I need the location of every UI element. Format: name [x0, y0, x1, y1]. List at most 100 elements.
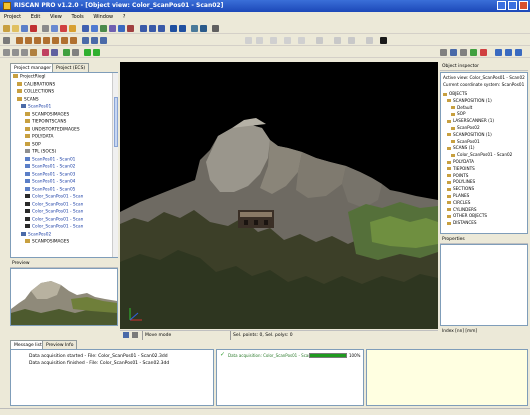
delete-icon[interactable]: [30, 25, 37, 32]
tree-scrollbar[interactable]: [112, 73, 118, 257]
help-icon[interactable]: [212, 25, 219, 32]
new-icon[interactable]: [3, 25, 10, 32]
tool-h-icon[interactable]: [82, 37, 89, 44]
tree-item[interactable]: CALIBRATIONS: [17, 81, 55, 88]
inspector-item[interactable]: SCANPOSITION (1): [447, 98, 492, 104]
open-icon[interactable]: [12, 25, 19, 32]
maximize-button[interactable]: [507, 1, 517, 10]
tool-c-icon[interactable]: [34, 37, 41, 44]
mesh-icon[interactable]: [118, 25, 125, 32]
inspector-item[interactable]: SCANPOSITION (1): [447, 132, 492, 138]
flag-icon[interactable]: [380, 37, 387, 44]
tool-i-icon[interactable]: [91, 37, 98, 44]
tree-item[interactable]: TIEPOINTSCANS: [25, 119, 66, 125]
cross-icon[interactable]: [21, 49, 28, 56]
table-icon[interactable]: [158, 25, 165, 32]
inspector-item[interactable]: PLANES: [447, 193, 469, 199]
tree-item[interactable]: SOP: [25, 141, 41, 148]
inspector-item[interactable]: POINTS: [447, 173, 468, 179]
inspector-item[interactable]: OBJECTS: [443, 91, 467, 97]
stop-icon[interactable]: [60, 25, 67, 32]
tree-item[interactable]: ScanPos01 - Scan03: [25, 171, 75, 178]
right-e-icon[interactable]: [480, 49, 487, 56]
tree-item[interactable]: SCANPOSIMAGES: [25, 239, 69, 245]
green-b-icon[interactable]: [84, 49, 91, 56]
tool-j-icon[interactable]: [100, 37, 107, 44]
right-a-icon[interactable]: [440, 49, 447, 56]
tool-e-icon[interactable]: [52, 37, 59, 44]
close-button[interactable]: [519, 1, 528, 10]
inspector-item[interactable]: TIEPOINTS: [447, 166, 475, 172]
tree-item[interactable]: Color_ScanPos01 - Scan: [25, 194, 83, 200]
layer-icon[interactable]: [51, 49, 58, 56]
color-icon[interactable]: [127, 25, 134, 32]
inspector-item[interactable]: LASERSCANNER (1): [447, 118, 494, 124]
cut-icon[interactable]: [42, 25, 49, 32]
right-h-icon[interactable]: [515, 49, 522, 56]
scan-icon[interactable]: [82, 25, 89, 32]
folder-icon[interactable]: [30, 49, 37, 56]
inspector-item[interactable]: SOP: [451, 111, 465, 117]
tree-item[interactable]: ProjectRiegl: [13, 74, 45, 80]
inspector-item[interactable]: DISTANCES: [447, 220, 477, 226]
tree-item[interactable]: ScanPos01 - Scan01: [25, 156, 75, 163]
tree-item[interactable]: UNDISTORTEDIMAGES: [25, 126, 80, 133]
copy-icon[interactable]: [51, 25, 58, 32]
save-icon[interactable]: [21, 25, 28, 32]
tool-b-icon[interactable]: [25, 37, 32, 44]
right-b-icon[interactable]: [450, 49, 457, 56]
menu-edit[interactable]: Edit: [27, 13, 45, 22]
measure-icon[interactable]: [200, 25, 207, 32]
inspector-item[interactable]: ScanPos02: [451, 125, 480, 131]
inspector-item[interactable]: Default: [451, 105, 472, 111]
tree-item[interactable]: Color_ScanPos01 - Scan: [25, 216, 83, 223]
register-icon[interactable]: [100, 25, 107, 32]
menu-help[interactable]: ?: [119, 13, 130, 22]
right-d-icon[interactable]: [470, 49, 477, 56]
back-arrow-icon[interactable]: [170, 25, 177, 32]
list-icon[interactable]: [140, 25, 147, 32]
inspector-item[interactable]: CIRCLES: [447, 200, 470, 206]
marker-icon[interactable]: [42, 49, 49, 56]
tree-item[interactable]: COLLECTIONS: [17, 89, 54, 95]
image-icon[interactable]: [91, 25, 98, 32]
right-f-icon[interactable]: [495, 49, 502, 56]
right-c-icon[interactable]: [460, 49, 467, 56]
settings-icon[interactable]: [3, 49, 10, 56]
tree-item[interactable]: ScanPos01 - Scan04: [25, 179, 75, 185]
tree-scroll-thumb[interactable]: [114, 97, 118, 147]
zoom-icon[interactable]: [191, 25, 198, 32]
inspector-item[interactable]: Color_ScanPos01 - Scan02: [451, 152, 512, 158]
tree-item[interactable]: ScanPos01 - Scan05: [25, 186, 75, 193]
inspector-item[interactable]: POLYDATA: [447, 159, 474, 165]
tab-message-list[interactable]: Message list: [10, 340, 46, 349]
tool-a-icon[interactable]: [16, 37, 23, 44]
menu-window[interactable]: Window: [89, 13, 117, 22]
tree-item[interactable]: ScanPos01: [21, 104, 51, 110]
tree-item[interactable]: Color_ScanPos01 - Scan: [25, 224, 83, 230]
right-g-icon[interactable]: [505, 49, 512, 56]
filter-icon[interactable]: [109, 25, 116, 32]
move-mode-icon[interactable]: [123, 332, 129, 338]
tree-item[interactable]: ScanPos01 - Scan02: [25, 164, 75, 170]
paste-icon[interactable]: [69, 25, 76, 32]
tool-f-icon[interactable]: [61, 37, 68, 44]
tree-item[interactable]: POLYDATA: [25, 134, 54, 140]
forward-arrow-icon[interactable]: [179, 25, 186, 32]
tree-item[interactable]: TPL (SOCS): [25, 149, 56, 155]
pointer-icon[interactable]: [3, 37, 10, 44]
inspector-item[interactable]: SCANS (1): [447, 145, 475, 151]
inspector-item[interactable]: POLYLINES: [447, 179, 475, 185]
grid-icon[interactable]: [149, 25, 156, 32]
inspector-item[interactable]: CYLINDERS: [447, 207, 477, 213]
menu-view[interactable]: View: [46, 13, 66, 22]
menu-project[interactable]: Project: [0, 13, 25, 22]
tab-preview-info[interactable]: Preview Info: [42, 340, 78, 349]
target-icon[interactable]: [12, 49, 19, 56]
minimize-button[interactable]: [496, 1, 506, 10]
viewport-3d[interactable]: [120, 62, 438, 329]
tab-project-manager[interactable]: Project manager: [10, 63, 56, 72]
menu-tools[interactable]: Tools: [67, 13, 87, 22]
green-c-icon[interactable]: [93, 49, 100, 56]
tree-item[interactable]: ScanPos02: [21, 231, 51, 238]
